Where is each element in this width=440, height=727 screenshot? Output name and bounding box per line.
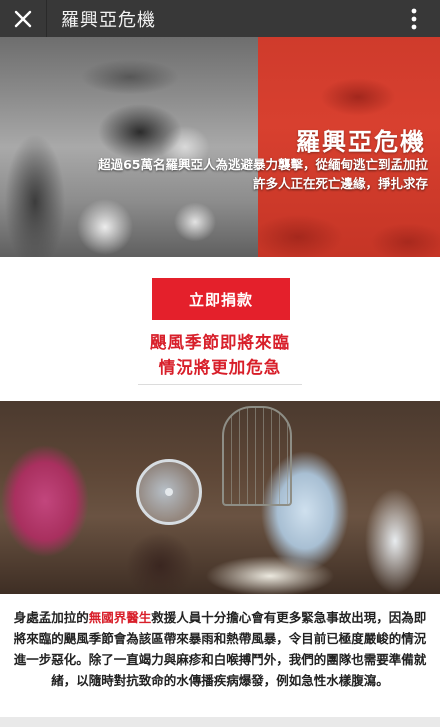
bottom-strip	[0, 717, 440, 727]
headline-line1: 颶風季節即將來臨	[150, 333, 290, 352]
hero-title: 羅興亞危機	[296, 128, 426, 156]
close-icon	[14, 10, 32, 27]
msf-link[interactable]: 無國界醫生	[89, 610, 152, 625]
app-bar: 羅興亞危機	[0, 0, 440, 37]
cage-illustration	[222, 406, 292, 506]
hero-subtitle: 超過65萬名羅興亞人為逃避暴力襲擊，從緬甸逃亡到孟加拉 許多人正在死亡邊緣，掙扎…	[38, 155, 428, 193]
fan-illustration	[136, 459, 202, 525]
more-vertical-icon	[411, 8, 417, 29]
body-paragraph: 身處孟加拉的無國界醫生救援人員十分擔心會有更多緊急事故出現，因為即將來臨的颶風季…	[12, 607, 428, 691]
headline-line2: 情況將更加危急	[158, 358, 282, 377]
donate-now-button[interactable]: 立即捐款	[152, 278, 290, 320]
hero-banner: 羅興亞危機 超過65萬名羅興亞人為逃避暴力襲擊，從緬甸逃亡到孟加拉 許多人正在死…	[0, 37, 440, 257]
appbar-divider	[46, 0, 47, 37]
headline-divider	[138, 384, 302, 385]
page-title: 羅興亞危機	[61, 9, 156, 31]
hero-subtitle-line1: 超過65萬名羅興亞人為逃避暴力襲擊，從緬甸逃亡到孟加拉	[98, 157, 428, 172]
close-button[interactable]	[0, 0, 46, 37]
hero-subtitle-line2: 許多人正在死亡邊緣，掙扎求存	[252, 176, 428, 191]
clinic-photo	[0, 401, 440, 594]
headline: 颶風季節即將來臨 情況將更加危急	[0, 330, 440, 380]
hero-photo-refugees	[0, 37, 260, 257]
body-text-part1: 身處孟加拉的	[13, 610, 89, 625]
more-menu-button[interactable]	[402, 0, 426, 37]
